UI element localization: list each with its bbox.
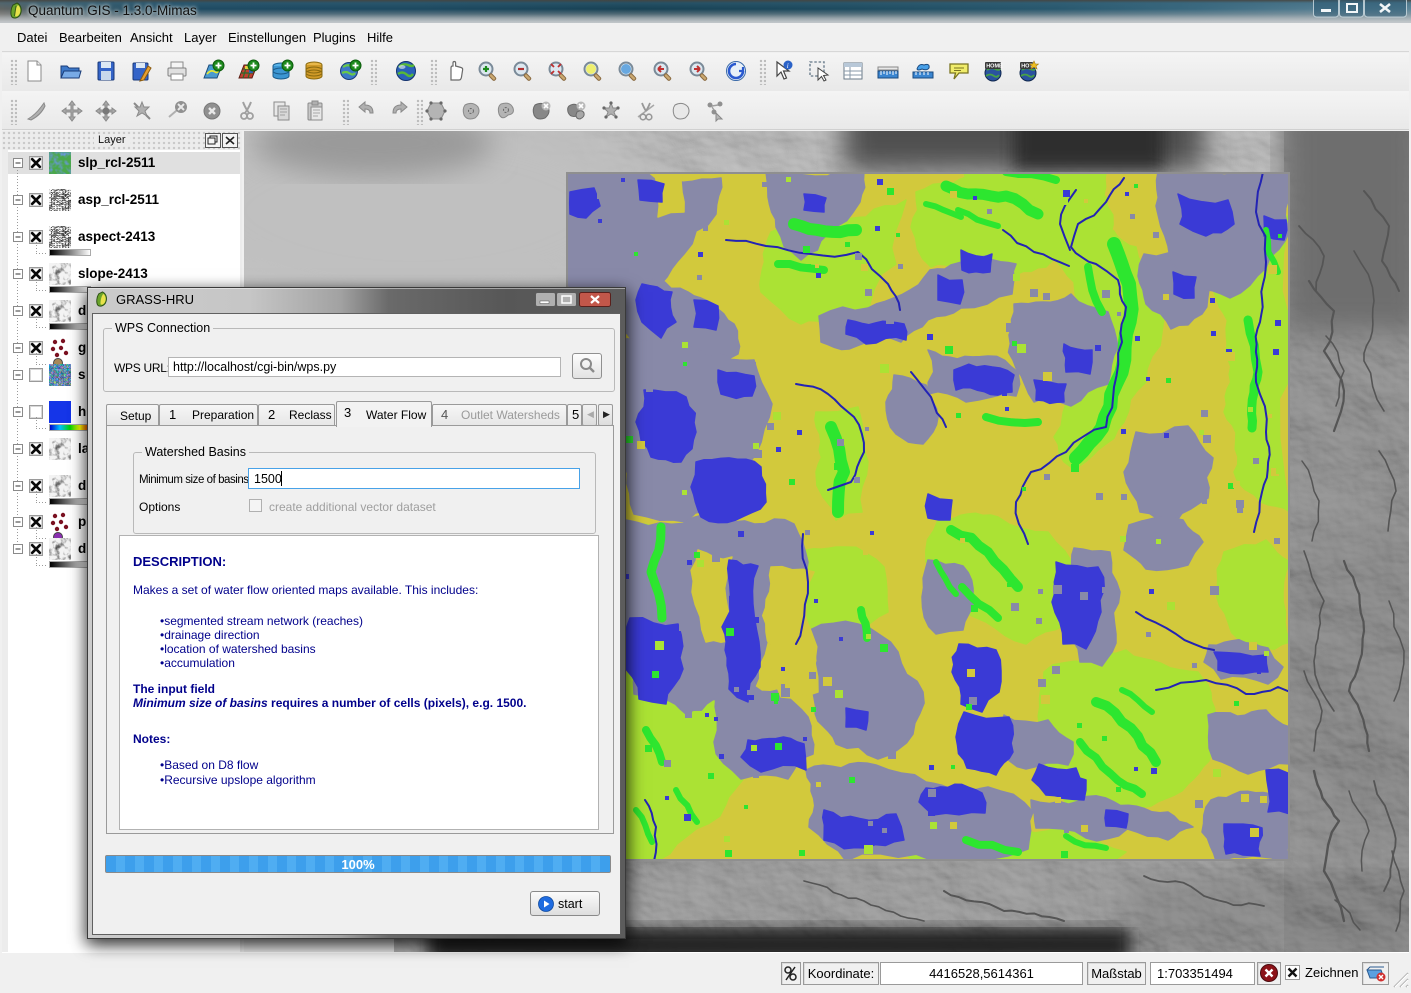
svg-text:i: i [787, 62, 789, 70]
svg-text:HOME: HOME [986, 64, 1003, 70]
